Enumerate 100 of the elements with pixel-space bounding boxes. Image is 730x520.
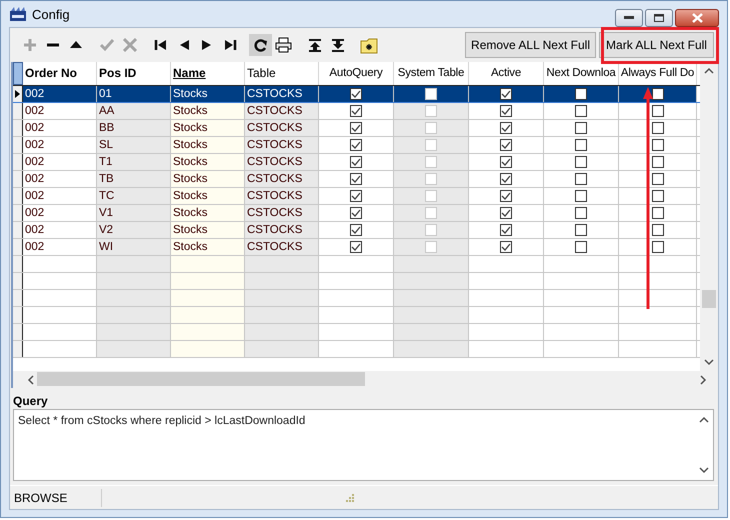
column-header[interactable]: Name <box>171 62 245 85</box>
checkbox[interactable] <box>500 122 512 134</box>
table-cell: CSTOCKS <box>245 137 319 153</box>
row-header <box>13 307 23 323</box>
checkbox[interactable] <box>575 122 587 134</box>
checkbox[interactable] <box>652 105 664 117</box>
printer-icon[interactable] <box>275 37 292 53</box>
maximize-icon[interactable] <box>654 14 664 22</box>
checkbox[interactable] <box>575 224 587 236</box>
checkbox[interactable] <box>575 156 587 168</box>
checkbox[interactable] <box>575 190 587 202</box>
next-record-icon[interactable] <box>200 38 214 52</box>
row-header[interactable] <box>13 171 23 187</box>
checkbox[interactable] <box>500 88 512 100</box>
checkbox[interactable] <box>500 105 512 117</box>
checkbox[interactable] <box>652 207 664 219</box>
scrollbar-thumb[interactable] <box>702 290 716 308</box>
checkbox[interactable] <box>652 241 664 253</box>
table-cell: CSTOCKS <box>245 171 319 187</box>
checkbox[interactable] <box>575 105 587 117</box>
checkbox[interactable] <box>575 139 587 151</box>
minimize-button[interactable] <box>615 9 643 27</box>
refresh-icon[interactable] <box>254 38 268 52</box>
table-cell: CSTOCKS <box>245 188 319 204</box>
table-cell: Stocks <box>171 137 245 153</box>
maximize-button[interactable] <box>645 9 673 27</box>
checkbox[interactable] <box>500 224 512 236</box>
minimize-icon[interactable] <box>624 16 634 20</box>
checkbox[interactable] <box>350 122 362 134</box>
column-header[interactable]: Pos ID <box>97 62 171 85</box>
checkbox[interactable] <box>575 173 587 185</box>
checkbox[interactable] <box>575 207 587 219</box>
checkbox[interactable] <box>652 88 664 100</box>
row-header[interactable] <box>13 137 23 153</box>
checkbox[interactable] <box>350 88 362 100</box>
action-button[interactable]: Remove ALL Next Full <box>465 32 596 58</box>
scroll-up-icon[interactable] <box>704 66 714 76</box>
column-header[interactable]: Order No <box>23 62 97 85</box>
scrollbar-thumb[interactable] <box>37 372 365 386</box>
checkbox[interactable] <box>500 156 512 168</box>
table-cell: Stocks <box>171 120 245 136</box>
column-header[interactable]: Next Downloa <box>544 62 619 85</box>
table-cell: CSTOCKS <box>245 120 319 136</box>
checkbox[interactable] <box>500 190 512 202</box>
column-header[interactable]: Table <box>245 62 319 85</box>
checkbox[interactable] <box>652 122 664 134</box>
checkbox[interactable] <box>350 156 362 168</box>
scroll-right-icon[interactable] <box>699 374 707 384</box>
table-cell: TB <box>97 171 171 187</box>
table-cell: CSTOCKS <box>245 154 319 170</box>
checkbox[interactable] <box>652 224 664 236</box>
row-header[interactable] <box>13 222 23 238</box>
row-header[interactable] <box>13 103 23 119</box>
row-header[interactable] <box>13 188 23 204</box>
column-header[interactable]: System Table <box>394 62 469 85</box>
scroll-down-icon[interactable] <box>699 466 709 474</box>
column-header[interactable]: AutoQuery <box>319 62 394 85</box>
row-header[interactable] <box>13 239 23 255</box>
last-record-icon[interactable] <box>222 38 236 52</box>
table-cell: WI <box>97 239 171 255</box>
checkbox[interactable] <box>350 173 362 185</box>
close-button[interactable] <box>675 9 719 27</box>
move-to-bottom-icon[interactable] <box>330 38 344 52</box>
table-cell: CSTOCKS <box>245 86 319 102</box>
checkbox[interactable] <box>350 105 362 117</box>
query-field[interactable]: Select * from cStocks where replicid > lcLastDownloadId <box>13 409 714 481</box>
checkbox[interactable] <box>500 241 512 253</box>
checkbox[interactable] <box>500 139 512 151</box>
checkbox[interactable] <box>350 241 362 253</box>
checkbox[interactable] <box>575 88 587 100</box>
action-button[interactable]: Mark ALL Next Full <box>599 32 714 58</box>
checkbox[interactable] <box>652 156 664 168</box>
table-cell: Stocks <box>171 86 245 102</box>
checkbox[interactable] <box>500 207 512 219</box>
column-header[interactable]: Always Full Do <box>619 62 697 85</box>
checkbox[interactable] <box>500 173 512 185</box>
checkbox[interactable] <box>575 241 587 253</box>
scroll-up-icon[interactable] <box>699 416 709 424</box>
checkbox[interactable] <box>652 190 664 202</box>
checkbox[interactable] <box>350 224 362 236</box>
checkbox[interactable] <box>652 173 664 185</box>
checkbox[interactable] <box>350 139 362 151</box>
checkbox[interactable] <box>350 190 362 202</box>
scroll-left-icon[interactable] <box>27 374 35 384</box>
move-to-top-icon[interactable] <box>308 38 322 52</box>
row-header[interactable] <box>13 120 23 136</box>
first-record-icon[interactable] <box>154 38 168 52</box>
row-header[interactable] <box>13 205 23 221</box>
scroll-down-icon[interactable] <box>704 357 714 367</box>
folder-icon[interactable] <box>360 36 378 54</box>
column-header[interactable]: Active <box>469 62 544 85</box>
checkbox[interactable] <box>652 139 664 151</box>
row-header <box>13 290 23 306</box>
table-cell: CSTOCKS <box>245 103 319 119</box>
resize-grip-icon[interactable] <box>345 492 355 502</box>
table-cell: Stocks <box>171 171 245 187</box>
checkbox[interactable] <box>350 207 362 219</box>
row-header[interactable] <box>13 154 23 170</box>
row-header[interactable] <box>13 86 23 102</box>
table-cell: T1 <box>97 154 171 170</box>
